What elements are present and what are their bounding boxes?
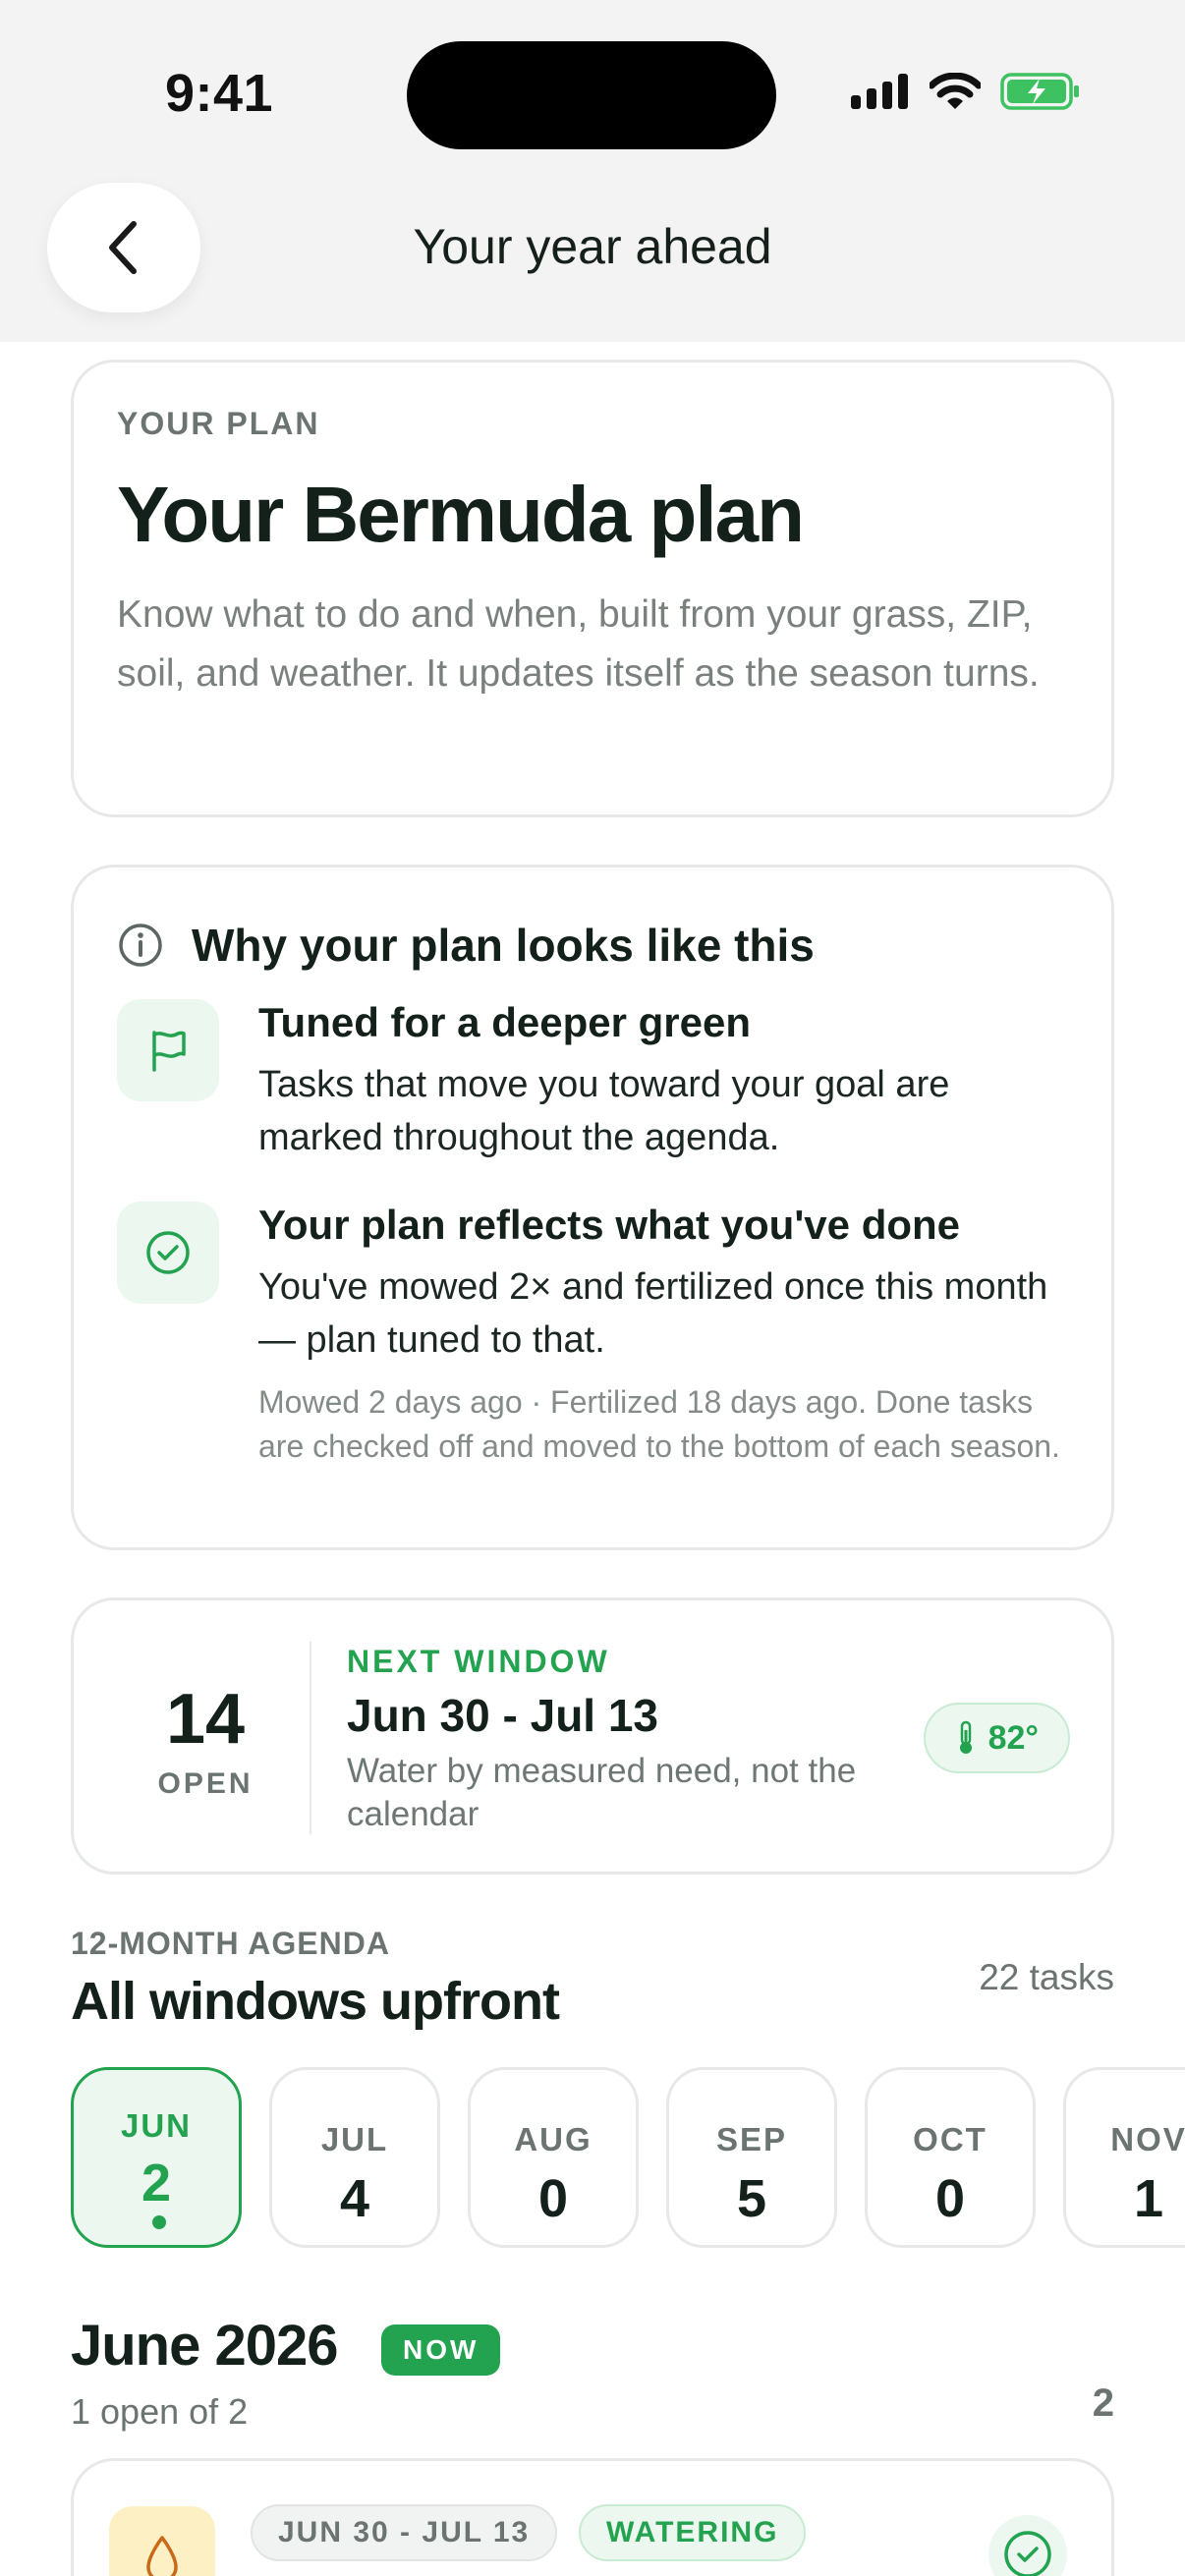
current-month-dot — [152, 2215, 166, 2229]
why-item-text: Tuned for a deeper green Tasks that move… — [258, 999, 1068, 1164]
why-header: Why your plan looks like this — [117, 919, 1068, 972]
battery-charging-icon — [1000, 73, 1079, 110]
month-chip-nov[interactable]: NOV 1 — [1063, 2067, 1185, 2248]
why-card: Why your plan looks like this Tuned for … — [71, 865, 1114, 1550]
plan-eyebrow: YOUR PLAN — [117, 406, 320, 441]
task-card[interactable]: JUN 30 - JUL 13 WATERING — [71, 2458, 1114, 2576]
why-item-icon-wrap — [117, 1202, 219, 1304]
check-circle-icon — [146, 1231, 190, 1274]
next-window-dates: Jun 30 - Jul 13 — [347, 1690, 659, 1741]
month-count: 0 — [934, 2169, 966, 2228]
screen: 9:41 Your year ahead YOUR PLAN Your Berm… — [0, 0, 1185, 2576]
month-label: JUL — [320, 2121, 389, 2157]
why-item-text: Your plan reflects what you've done You'… — [258, 1202, 1068, 1469]
top-bar: 9:41 Your year ahead — [0, 0, 1185, 342]
plan-description: Know what to do and when, built from you… — [117, 593, 1040, 695]
page-title: Your year ahead — [413, 219, 772, 274]
month-label: SEP — [715, 2121, 788, 2157]
open-count: 14 — [165, 1680, 246, 1759]
why-item-body: You've mowed 2× and fertilized once this… — [258, 1266, 1048, 1361]
flag-icon — [152, 1031, 186, 1072]
month-chip-jul[interactable]: JUL 4 — [269, 2067, 440, 2248]
wifi-icon — [930, 73, 981, 109]
why-item-icon-wrap — [117, 999, 219, 1101]
why-title: Why your plan looks like this — [192, 920, 815, 971]
month-label: JUN — [120, 2107, 193, 2144]
thermometer-icon — [959, 1720, 972, 1754]
month-label: OCT — [913, 2121, 988, 2157]
month-chip-jun[interactable]: JUN 2 — [71, 2067, 242, 2248]
agenda-eyebrow: 12-MONTH AGENDA — [71, 1926, 390, 1961]
plan-card: YOUR PLAN Your Bermuda plan Know what to… — [71, 360, 1114, 817]
divider — [310, 1642, 311, 1834]
month-count: 5 — [736, 2169, 767, 2228]
water-drop-icon — [146, 2536, 178, 2576]
month-count: 0 — [537, 2169, 569, 2228]
task-icon-wrap — [109, 2506, 215, 2576]
why-item-title: Tuned for a deeper green — [258, 999, 751, 1045]
task-date-chip: JUN 30 - JUL 13 — [251, 2504, 558, 2561]
temperature-value: 82° — [988, 1718, 1039, 1757]
next-window-eyebrow: NEXT WINDOW — [347, 1644, 610, 1679]
section-title: June 2026 — [71, 2314, 339, 2378]
task-complete-checkbox[interactable] — [984, 2510, 1072, 2576]
agenda-title: All windows upfront — [71, 1972, 560, 2031]
month-chip-sep[interactable]: SEP 5 — [666, 2067, 837, 2248]
month-count: 1 — [1133, 2169, 1164, 2228]
agenda-task-count: 22 tasks — [979, 1957, 1114, 1997]
signal-icon — [851, 74, 908, 109]
open-label: OPEN — [157, 1767, 254, 1800]
why-item: Your plan reflects what you've done You'… — [117, 1202, 1068, 1469]
why-item-note: Mowed 2 days ago · Fertilized 18 days ag… — [258, 1384, 1060, 1464]
month-chip-aug[interactable]: AUG 0 — [468, 2067, 639, 2248]
month-label: NOV — [1110, 2121, 1185, 2157]
why-item-body: Tasks that move you toward your goal are… — [258, 1064, 950, 1158]
month-selector: JUN 2 JUL 4 AUG 0 SEP 5 OCT 0 NOV 1 — [71, 2067, 1185, 2248]
temperature-badge: 82° — [923, 1703, 1070, 1773]
plan-title: Your Bermuda plan — [117, 471, 805, 558]
info-icon — [119, 924, 162, 967]
why-item-title: Your plan reflects what you've done — [258, 1202, 961, 1248]
now-badge: NOW — [381, 2324, 501, 2376]
dynamic-island — [407, 41, 776, 149]
month-count: 4 — [339, 2169, 370, 2228]
status-icons — [851, 73, 1081, 110]
why-item: Tuned for a deeper green Tasks that move… — [117, 999, 1068, 1164]
section-count: 2 — [1092, 2381, 1114, 2425]
next-window-description: Water by measured need, not the calendar — [347, 1752, 857, 1833]
section-subtitle: 1 open of 2 — [71, 2391, 249, 2432]
task-category-chip: WATERING — [579, 2504, 807, 2561]
next-window-card[interactable]: 14 OPEN NEXT WINDOW Jun 30 - Jul 13 Wate… — [71, 1597, 1114, 1875]
month-label: AUG — [514, 2121, 592, 2157]
month-count: 2 — [141, 2154, 172, 2212]
month-chip-oct[interactable]: OCT 0 — [865, 2067, 1036, 2248]
status-time: 9:41 — [165, 64, 274, 123]
